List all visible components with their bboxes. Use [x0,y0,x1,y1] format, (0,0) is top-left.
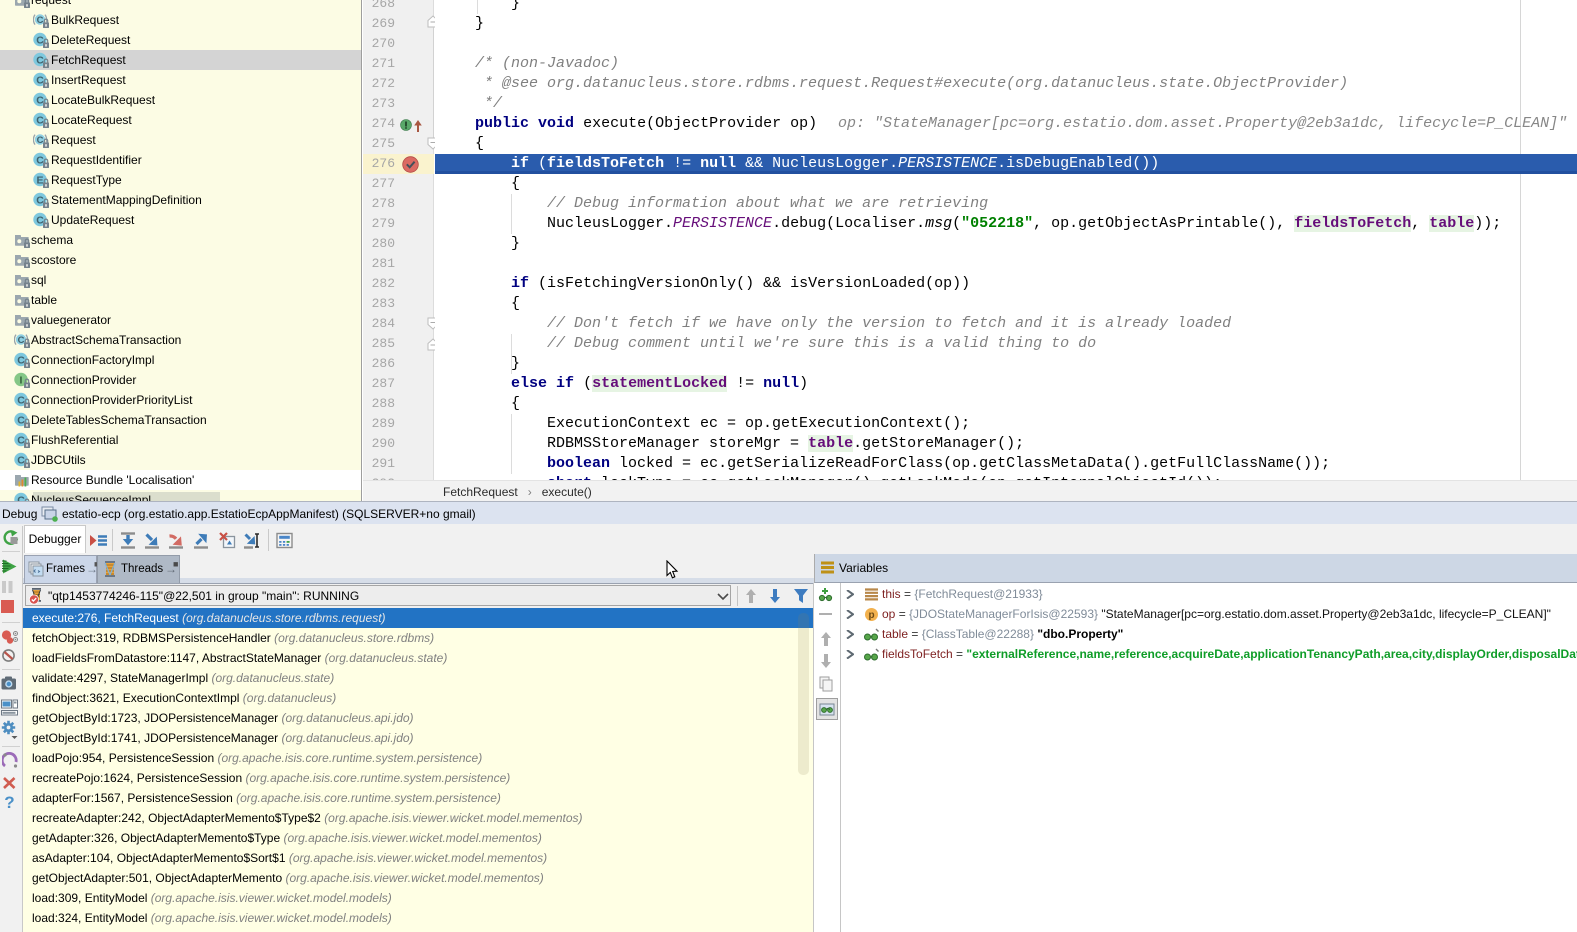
svg-text:p: p [868,610,874,621]
svg-text:?: ? [4,793,14,812]
